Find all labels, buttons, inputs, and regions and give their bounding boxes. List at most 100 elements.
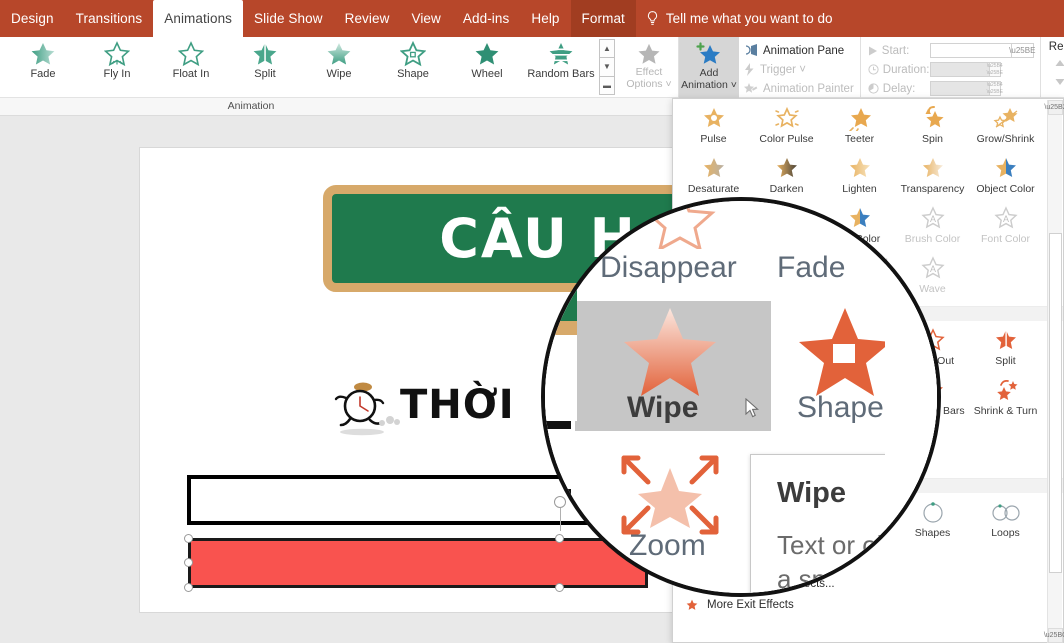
delay-row: Delay: \u25B4 \u25BE <box>868 79 1034 98</box>
gallery-scroll-buttons[interactable]: ▲ ▼ ▬ <box>599 39 615 95</box>
anim-effect-wheel-label: Wheel <box>471 68 503 80</box>
duration-label: Duration: <box>882 63 930 76</box>
magnified-fade-label: Fade <box>777 251 846 284</box>
start-input[interactable] <box>929 43 1012 58</box>
anim-effect-wheel[interactable]: Wheel <box>450 37 524 95</box>
effect-transparency-label: Transparency <box>900 183 965 195</box>
magnified-effect-shape[interactable]: Shape <box>797 391 884 425</box>
dropdown-scrollbar[interactable]: \u25B2 \u25BC <box>1044 100 1064 643</box>
anim-effect-random-bars[interactable]: Random Bars <box>524 37 598 95</box>
magnified-rotate-handle[interactable] <box>549 481 563 495</box>
anim-effect-shape-label: Shape <box>397 68 429 80</box>
anim-effect-float-in-label: Float In <box>172 68 210 80</box>
add-animation-button[interactable]: Add Animation ˅ <box>679 37 739 98</box>
clock-icon <box>868 64 879 75</box>
effect-darken[interactable]: Darken <box>750 152 823 202</box>
duration-spinner[interactable]: \u25B4 \u25BE <box>987 62 1003 77</box>
dropdown-scroll-thumb[interactable] <box>1049 233 1062 573</box>
effect-font-color[interactable]: A Font Color <box>969 202 1042 252</box>
magnified-effect-disappear[interactable]: Disappear <box>600 251 737 285</box>
trigger-button[interactable]: Trigger ˅ <box>744 60 854 79</box>
anim-effect-float-in[interactable]: Float In <box>154 37 228 95</box>
tab-help[interactable]: Help <box>520 0 570 37</box>
magnified-slide-green-edge <box>545 201 577 321</box>
magnified-effect-wipe[interactable]: Wipe <box>627 391 698 425</box>
ribbon: Fade Fly In Float In Split Wipe Shape Wh… <box>0 37 1064 98</box>
tab-animations[interactable]: Animations <box>153 0 244 37</box>
effect-color-pulse[interactable]: Color Pulse <box>750 102 823 152</box>
magnified-slide-box-fill <box>545 429 571 489</box>
effect-grow-shrink[interactable]: Grow/Shrink <box>969 102 1042 152</box>
tab-format[interactable]: Format <box>570 0 636 37</box>
split-star-icon <box>995 329 1016 351</box>
duration-input[interactable] <box>929 62 990 77</box>
anim-effect-fade[interactable]: Fade <box>6 37 80 95</box>
effect-split-exit[interactable]: Split <box>969 324 1042 374</box>
animation-painter-button[interactable]: Animation Painter <box>744 79 854 98</box>
effect-color-pulse-label: Color Pulse <box>759 133 814 145</box>
tab-review[interactable]: Review <box>334 0 401 37</box>
effect-transparency[interactable]: Transparency <box>896 152 969 202</box>
effect-shrink-turn[interactable]: Shrink & Turn <box>969 374 1042 424</box>
effect-lighten-label: Lighten <box>842 183 877 195</box>
anim-effect-split[interactable]: Split <box>228 37 302 95</box>
magnified-wipe-star-icon <box>624 308 716 396</box>
tab-view[interactable]: View <box>400 0 451 37</box>
grow-shrink-star-icon <box>993 108 1017 128</box>
tab-transitions[interactable]: Transitions <box>65 0 154 37</box>
star-grey-icon <box>638 43 660 64</box>
delay-input[interactable] <box>929 81 990 96</box>
effect-darken-label: Darken <box>769 183 804 195</box>
selection-handle-top-left[interactable] <box>184 534 193 543</box>
selection-handle-middle-left[interactable] <box>184 558 193 567</box>
duration-label-wrap: Duration: <box>868 64 930 76</box>
tab-slide-show[interactable]: Slide Show <box>243 0 334 37</box>
lightbulb-icon <box>647 11 657 25</box>
delay-label: Delay: <box>882 82 916 95</box>
more-exit-effects-item[interactable]: More Exit Effects <box>673 594 1063 615</box>
start-dropdown-arrow[interactable]: \u25BE <box>1009 43 1035 58</box>
running-clock-graphic[interactable] <box>330 380 400 440</box>
gallery-scroll-up-button[interactable]: ▲ <box>599 39 615 59</box>
effect-lighten[interactable]: Lighten <box>823 152 896 202</box>
star-randombars-icon <box>549 43 573 65</box>
effect-options-button[interactable]: Effect Options ˅ <box>620 37 678 95</box>
tab-design[interactable]: Design <box>0 0 65 37</box>
animation-gallery-group: Fade Fly In Float In Split Wipe Shape Wh… <box>0 37 679 98</box>
anim-effect-wipe[interactable]: Wipe <box>302 37 376 95</box>
tell-me-box[interactable]: Tell me what you want to do <box>636 0 843 37</box>
effect-teeter[interactable]: Teeter <box>823 102 896 152</box>
path-loops[interactable]: Loops <box>969 496 1042 546</box>
running-clock-icon <box>334 382 400 436</box>
magnified-edge-object-color-icon <box>895 213 923 240</box>
move-earlier-button[interactable]: Move Earlier <box>1049 53 1064 72</box>
dropdown-scroll-up-button[interactable]: \u25B2 <box>1044 100 1064 115</box>
effect-object-color[interactable]: Object Color <box>969 152 1042 202</box>
animation-pane-button[interactable]: Animation Pane <box>744 41 854 60</box>
anim-effect-shape[interactable]: Shape <box>376 37 450 95</box>
effect-teeter-label: Teeter <box>844 133 875 145</box>
slide-subtitle-text[interactable]: THỜI <box>400 382 515 428</box>
svg-text:A: A <box>1002 214 1008 224</box>
reorder-animation-group: Reorder Animation Move Earlier Move Late… <box>1041 37 1064 98</box>
trigger-bolt-icon <box>745 63 754 76</box>
anim-effect-fly-in[interactable]: Fly In <box>80 37 154 95</box>
selection-handle-bottom-left[interactable] <box>184 583 193 592</box>
magnified-effect-fade[interactable]: Fade <box>777 251 845 285</box>
tab-view-label: View <box>411 11 441 26</box>
move-later-button[interactable]: Move Later <box>1049 72 1064 91</box>
gallery-more-button[interactable]: ▬ <box>599 75 615 95</box>
delay-spinner[interactable]: \u25B4 \u25BE <box>987 81 1003 96</box>
star-split-icon <box>253 42 277 66</box>
gallery-scroll-down-button[interactable]: ▼ <box>599 57 615 77</box>
tab-help-label: Help <box>531 11 560 26</box>
star-flyin-icon <box>104 41 130 67</box>
effect-pulse[interactable]: Pulse <box>677 102 750 152</box>
magnified-effect-zoom[interactable]: Zoom <box>629 529 706 563</box>
effect-spin[interactable]: Spin <box>896 102 969 152</box>
tab-add-ins[interactable]: Add-ins <box>452 0 520 37</box>
magnified-selection-handle[interactable] <box>549 514 563 528</box>
magnifier-content: Disappear Fade Wipe Shape Zoom Wipe Text… <box>545 201 937 593</box>
effect-desaturate[interactable]: Desaturate <box>677 152 750 202</box>
dropdown-scroll-down-button[interactable]: \u25BC <box>1044 628 1064 643</box>
